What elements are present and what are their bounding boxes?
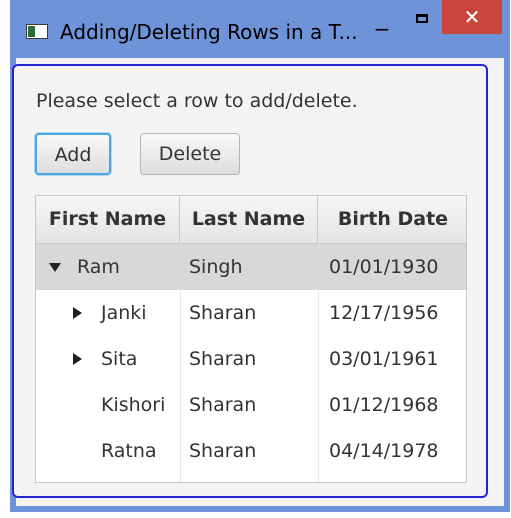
expanded-arrow-icon[interactable] bbox=[49, 263, 61, 272]
last-name-cell: Sharan bbox=[189, 440, 257, 462]
tree-table[interactable]: First Name Last Name Birth Date Ram Sing… bbox=[35, 195, 467, 483]
app-icon bbox=[26, 24, 48, 39]
first-name-cell: Janki bbox=[101, 302, 147, 324]
delete-button[interactable]: Delete bbox=[140, 133, 240, 175]
first-name-cell: Ram bbox=[77, 256, 120, 278]
window-title: Adding/Deleting Rows in a T... bbox=[60, 20, 358, 44]
table-row[interactable]: Ratna Sharan 04/14/1978 bbox=[36, 428, 466, 474]
first-name-cell: Sita bbox=[101, 348, 138, 370]
maximize-button[interactable] bbox=[408, 8, 436, 38]
table-header: First Name Last Name Birth Date bbox=[36, 196, 466, 244]
minimize-button[interactable]: − bbox=[368, 14, 396, 44]
first-name-cell: Kishori bbox=[101, 394, 166, 416]
table-row[interactable]: Kishori Sharan 01/12/1968 bbox=[36, 382, 466, 428]
birth-date-cell: 04/14/1978 bbox=[329, 440, 439, 462]
birth-date-cell: 01/12/1968 bbox=[329, 394, 439, 416]
column-header-last-name[interactable]: Last Name bbox=[180, 196, 318, 243]
first-name-cell: Ratna bbox=[101, 440, 157, 462]
last-name-cell: Sharan bbox=[189, 394, 257, 416]
close-button[interactable]: ✕ bbox=[442, 0, 502, 34]
last-name-cell: Sharan bbox=[189, 348, 257, 370]
birth-date-cell: 01/01/1930 bbox=[329, 256, 439, 278]
table-row[interactable]: Sita Sharan 03/01/1961 bbox=[36, 336, 466, 382]
instruction-label: Please select a row to add/delete. bbox=[36, 90, 358, 112]
table-row[interactable]: Janki Sharan 12/17/1956 bbox=[36, 290, 466, 336]
title-bar[interactable]: Adding/Deleting Rows in a T... − ✕ bbox=[10, 0, 510, 58]
collapsed-arrow-icon[interactable] bbox=[73, 307, 82, 319]
birth-date-cell: 12/17/1956 bbox=[329, 302, 439, 324]
table-row[interactable]: Ram Singh 01/01/1930 bbox=[36, 244, 466, 290]
column-header-birth-date[interactable]: Birth Date bbox=[318, 196, 466, 243]
column-header-first-name[interactable]: First Name bbox=[36, 196, 180, 243]
add-button[interactable]: Add bbox=[35, 133, 111, 175]
last-name-cell: Singh bbox=[189, 256, 243, 278]
birth-date-cell: 03/01/1961 bbox=[329, 348, 439, 370]
last-name-cell: Sharan bbox=[189, 302, 257, 324]
collapsed-arrow-icon[interactable] bbox=[73, 353, 82, 365]
